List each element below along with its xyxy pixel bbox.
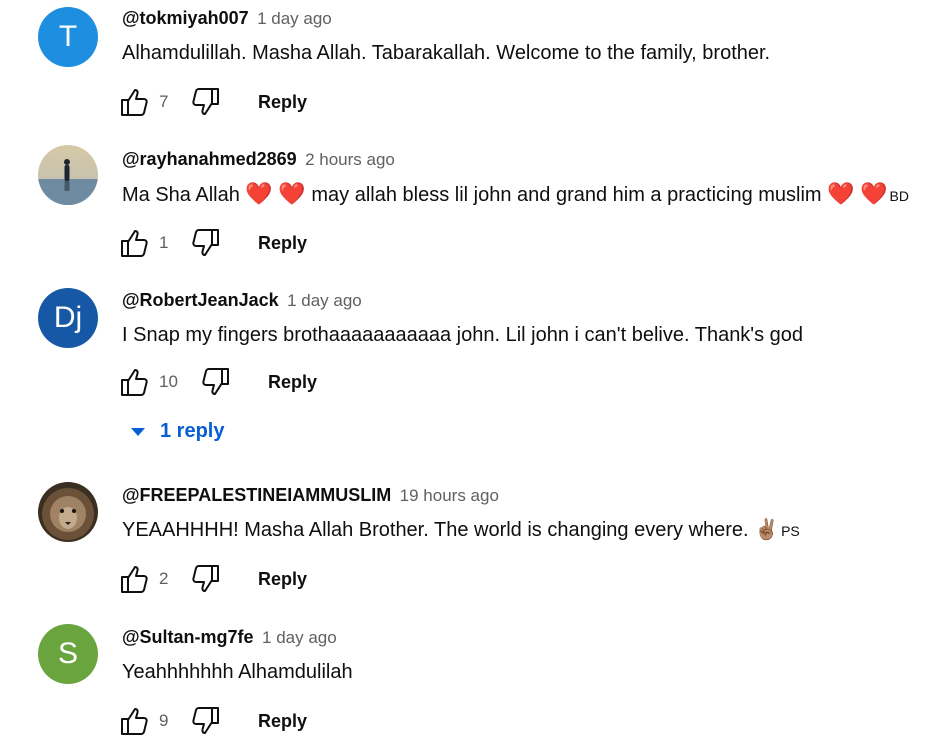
comment-text: Ma Sha Allah ❤️ ❤️ may allah bless lil j… bbox=[122, 181, 909, 207]
comment-author[interactable]: @rayhanahmed2869 bbox=[122, 149, 297, 169]
comment-actions: 2 Reply bbox=[119, 563, 519, 599]
comment-time[interactable]: 1 day ago bbox=[262, 628, 337, 647]
heart-icon: ❤️ bbox=[245, 181, 273, 206]
avatar-letter: T bbox=[58, 20, 78, 53]
avatar-letter: S bbox=[57, 637, 78, 670]
like-count: 1 bbox=[159, 233, 169, 252]
dislike-icon[interactable] bbox=[189, 86, 221, 118]
comment-time[interactable]: 19 hours ago bbox=[400, 486, 499, 505]
flag-label: BD bbox=[889, 188, 909, 204]
comment-text-part: Ma Sha Allah bbox=[122, 184, 240, 206]
comment-text: I Snap my fingers brothaaaaaaaaaaa john.… bbox=[122, 324, 804, 346]
flag-label: PS bbox=[781, 523, 800, 539]
like-icon[interactable] bbox=[119, 563, 151, 595]
like-icon[interactable] bbox=[119, 227, 151, 259]
comment-author[interactable]: @FREEPALESTINEIAMMUSLIM bbox=[122, 485, 391, 505]
avatar-letter: Dj bbox=[53, 301, 83, 334]
comment-text: Yeahhhhhhh Alhamdulilah bbox=[122, 661, 353, 683]
victory-hand-emoji: ✌🏽 bbox=[754, 519, 780, 541]
comment-actions: 7 Reply bbox=[119, 86, 519, 122]
comment-text-part: may allah bless lil john and grand him a… bbox=[311, 184, 822, 206]
avatar-image bbox=[38, 145, 98, 205]
reply-button[interactable]: Reply bbox=[258, 233, 307, 254]
reply-button[interactable]: Reply bbox=[268, 372, 317, 393]
comment-actions: 1 Reply bbox=[119, 227, 519, 263]
like-count: 9 bbox=[159, 711, 169, 730]
caret-down-icon bbox=[131, 427, 145, 436]
comment-time[interactable]: 2 hours ago bbox=[305, 150, 395, 169]
comment-text-part: YEAAHHHH! Masha Allah Brother. The world… bbox=[122, 519, 749, 541]
comment-time[interactable]: 1 day ago bbox=[287, 291, 362, 310]
heart-icon: ❤️ bbox=[278, 181, 306, 206]
dislike-icon[interactable] bbox=[189, 227, 221, 259]
avatar[interactable] bbox=[38, 482, 98, 542]
like-count: 10 bbox=[159, 372, 178, 391]
like-icon[interactable] bbox=[119, 366, 151, 398]
avatar[interactable]: Dj bbox=[38, 288, 98, 348]
avatar[interactable] bbox=[38, 145, 98, 205]
like-count: 2 bbox=[159, 569, 169, 588]
avatar[interactable]: T bbox=[38, 7, 98, 67]
replies-label: 1 reply bbox=[160, 420, 225, 442]
comment-author[interactable]: @tokmiyah007 bbox=[122, 8, 249, 28]
comment-author[interactable]: @Sultan-mg7fe bbox=[122, 627, 254, 647]
comment-actions: 10 Reply bbox=[119, 366, 519, 402]
comment-time[interactable]: 1 day ago bbox=[257, 9, 332, 28]
dislike-icon[interactable] bbox=[189, 705, 221, 737]
avatar[interactable]: S bbox=[38, 624, 98, 684]
lion-avatar-image bbox=[38, 482, 98, 542]
like-icon[interactable] bbox=[119, 86, 151, 118]
dislike-icon[interactable] bbox=[189, 563, 221, 595]
like-icon[interactable] bbox=[119, 705, 151, 737]
dislike-icon[interactable] bbox=[199, 366, 231, 398]
comment-text: YEAAHHHH! Masha Allah Brother. The world… bbox=[122, 517, 800, 542]
heart-icon: ❤️ bbox=[827, 181, 855, 206]
view-replies-button[interactable]: 1 reply bbox=[130, 420, 224, 443]
comment-text: Alhamdulillah. Masha Allah. Tabarakallah… bbox=[122, 42, 771, 64]
heart-icon: ❤️ bbox=[860, 181, 888, 206]
comment-actions: 9 Reply bbox=[119, 705, 519, 741]
comment-author[interactable]: @RobertJeanJack bbox=[122, 290, 279, 310]
reply-button[interactable]: Reply bbox=[258, 92, 307, 113]
like-count: 7 bbox=[159, 92, 169, 111]
reply-button[interactable]: Reply bbox=[258, 711, 307, 732]
reply-button[interactable]: Reply bbox=[258, 569, 307, 590]
